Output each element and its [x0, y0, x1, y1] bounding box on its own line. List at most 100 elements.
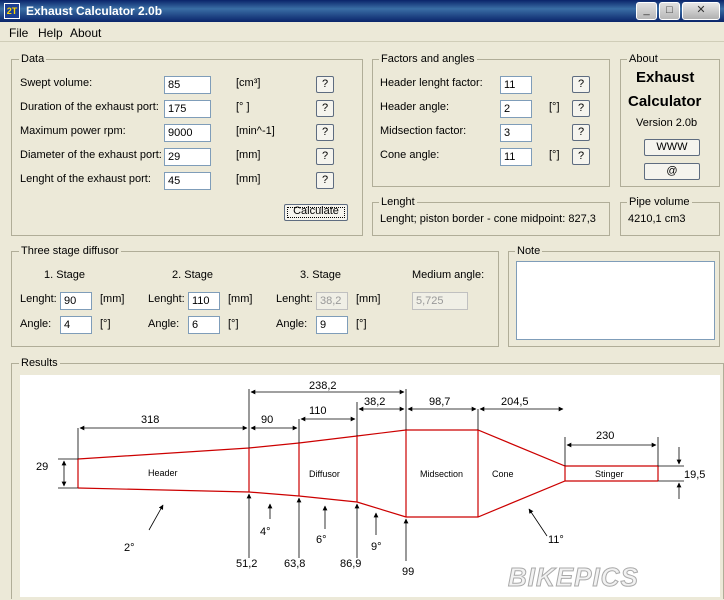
stage2-length-input[interactable]	[188, 292, 220, 310]
length-result: Lenght; piston border - cone midpoint: 8…	[380, 213, 596, 225]
stage1-length-label: Lenght:	[20, 293, 57, 305]
header-angle-input[interactable]	[500, 100, 532, 118]
dim-29: 29	[36, 461, 48, 473]
max-rpm-input[interactable]	[164, 124, 211, 142]
port-length-label: Lenght of the exhaust port:	[20, 173, 151, 185]
about-group-title: About	[627, 53, 660, 65]
stage1-heading: 1. Stage	[44, 269, 85, 281]
stage1-angle-input[interactable]	[60, 316, 92, 334]
menu-about[interactable]: About	[70, 26, 101, 40]
cone-angle-label: Cone angle:	[380, 149, 440, 161]
stage2-angle-input[interactable]	[188, 316, 220, 334]
angle-2: 2°	[124, 542, 135, 554]
results-group-title: Results	[19, 357, 60, 369]
cone-angle-help-button[interactable]: ?	[572, 148, 590, 165]
dim-238-2: 238,2	[309, 380, 337, 392]
port-diameter-input[interactable]	[164, 148, 211, 166]
factors-group-title: Factors and angles	[379, 53, 477, 65]
about-title-line2: Calculator	[628, 93, 702, 110]
dim-98-7: 98,7	[429, 396, 450, 408]
midsection-factor-label: Midsection factor:	[380, 125, 467, 137]
section-cone-label: Cone	[492, 469, 514, 479]
section-diffusor-label: Diffusor	[309, 469, 340, 479]
calculate-button[interactable]: Calculate	[284, 204, 348, 221]
medium-angle-input	[412, 292, 468, 310]
exhaust-diagram: Header Diffusor Midsection Cone Stinger	[36, 380, 705, 593]
section-midsection-label: Midsection	[420, 469, 463, 479]
port-diameter-label: Diameter of the exhaust port:	[20, 149, 162, 161]
max-rpm-label: Maximum power rpm:	[20, 125, 126, 137]
swept-volume-help-button[interactable]: ?	[316, 76, 334, 93]
stage3-length-input	[316, 292, 348, 310]
header-length-factor-input[interactable]	[500, 76, 532, 94]
about-title-line1: Exhaust	[636, 69, 695, 86]
stage3-heading: 3. Stage	[300, 269, 341, 281]
results-canvas: Header Diffusor Midsection Cone Stinger	[20, 375, 720, 597]
dim-90: 90	[261, 414, 273, 426]
stage3-angle-unit: [°]	[356, 318, 367, 330]
swept-volume-label: Swept volume:	[20, 77, 93, 89]
note-group-title: Note	[515, 245, 543, 257]
stage1-length-input[interactable]	[60, 292, 92, 310]
angle-arrow-11	[528, 508, 548, 537]
swept-volume-input[interactable]	[164, 76, 211, 94]
stage3-angle-input[interactable]	[316, 316, 348, 334]
midsection-factor-input[interactable]	[500, 124, 532, 142]
duration-input[interactable]	[164, 100, 211, 118]
cone-angle-unit: [°]	[549, 149, 560, 161]
title-bar: 2T Exhaust Calculator 2.0b _ □ ✕	[0, 0, 724, 22]
angle-arrow-2	[148, 504, 164, 531]
minimize-button[interactable]: _	[636, 2, 657, 20]
swept-volume-unit: [cm³]	[236, 77, 261, 89]
angle-4: 4°	[260, 526, 271, 538]
stage2-heading: 2. Stage	[172, 269, 213, 281]
menu-file[interactable]: File	[9, 26, 28, 40]
dim-230: 230	[596, 430, 614, 442]
about-version: Version 2.0b	[636, 117, 698, 129]
window-title: Exhaust Calculator 2.0b	[26, 4, 163, 18]
header-length-factor-help-button[interactable]: ?	[572, 76, 590, 93]
angle-6: 6°	[316, 534, 327, 546]
dim-51-2: 51,2	[236, 558, 257, 570]
email-button[interactable]: @	[644, 163, 700, 180]
stage1-angle-unit: [°]	[100, 318, 111, 330]
dim-86-9: 86,9	[340, 558, 361, 570]
note-textarea[interactable]	[516, 261, 715, 340]
dim-204-5: 204,5	[501, 396, 529, 408]
angle-11: 11°	[548, 534, 564, 546]
port-diameter-help-button[interactable]: ?	[316, 148, 334, 165]
max-rpm-help-button[interactable]: ?	[316, 124, 334, 141]
length-group-title: Lenght	[379, 196, 417, 208]
midsection-factor-help-button[interactable]: ?	[572, 124, 590, 141]
pipe-volume-result: 4210,1 cm3	[628, 213, 686, 225]
header-angle-label: Header angle:	[380, 101, 450, 113]
section-stinger-label: Stinger	[595, 469, 624, 479]
pipe-volume-group-title: Pipe volume	[627, 196, 692, 208]
stage2-length-label: Lenght:	[148, 293, 185, 305]
app-icon: 2T	[4, 3, 20, 19]
close-button[interactable]: ✕	[682, 2, 720, 20]
stage3-angle-label: Angle:	[276, 318, 308, 330]
duration-label: Duration of the exhaust port:	[20, 101, 159, 113]
www-button[interactable]: WWW	[644, 139, 700, 156]
stage2-angle-label: Angle:	[148, 318, 180, 330]
port-length-input[interactable]	[164, 172, 211, 190]
watermark-logo: BIKEPICS	[508, 562, 639, 592]
duration-help-button[interactable]: ?	[316, 100, 334, 117]
stage1-length-unit: [mm]	[100, 293, 125, 305]
header-angle-help-button[interactable]: ?	[572, 100, 590, 117]
angle-9: 9°	[371, 541, 382, 553]
stage2-length-unit: [mm]	[228, 293, 253, 305]
port-length-help-button[interactable]: ?	[316, 172, 334, 189]
stage3-length-label: Lenght:	[276, 293, 313, 305]
dim-63-8: 63,8	[284, 558, 305, 570]
cone-angle-input[interactable]	[500, 148, 532, 166]
stage3-length-unit: [mm]	[356, 293, 381, 305]
maximize-button[interactable]: □	[659, 2, 680, 20]
menu-help[interactable]: Help	[38, 26, 63, 40]
dim-99: 99	[402, 566, 414, 578]
diffusor-group-title: Three stage diffusor	[19, 245, 121, 257]
data-group-title: Data	[19, 53, 47, 65]
stage2-angle-unit: [°]	[228, 318, 239, 330]
medium-angle-label: Medium angle:	[412, 269, 485, 281]
